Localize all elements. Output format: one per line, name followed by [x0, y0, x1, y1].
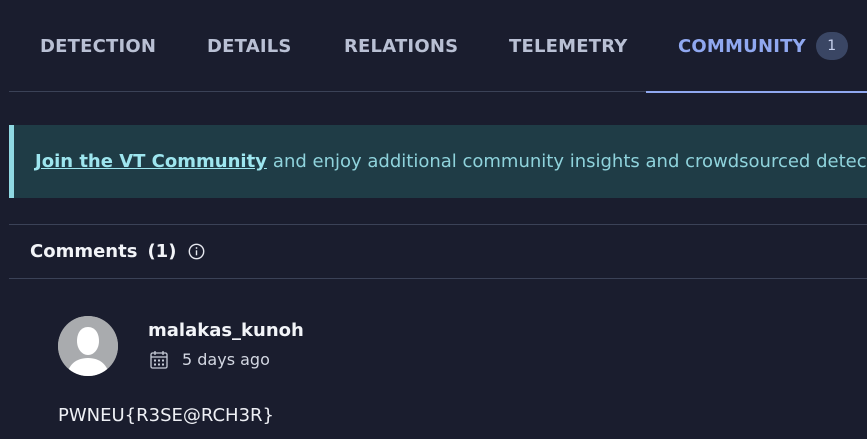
tab-telemetry-label: TELEMETRY [509, 35, 628, 57]
tab-relations-label: RELATIONS [344, 35, 459, 57]
tab-bar: DETECTION DETAILS RELATIONS TELEMETRY CO… [9, 0, 867, 93]
community-banner: Join the VT Community and enjoy addition… [9, 125, 867, 198]
tab-community[interactable]: COMMUNITY 1 [646, 0, 867, 93]
comment-date-text: 5 days ago [182, 350, 270, 369]
comments-title: Comments [30, 241, 138, 262]
tab-telemetry[interactable]: TELEMETRY [509, 0, 628, 92]
tab-details[interactable]: DETAILS [207, 0, 292, 92]
user-avatar-icon[interactable] [58, 316, 118, 376]
comment-username[interactable]: malakas_kunoh [148, 320, 304, 341]
comment-body: PWNEU{R3SE@RCH3R} [58, 405, 274, 426]
join-community-link[interactable]: Join the VT Community [35, 151, 267, 172]
tab-details-label: DETAILS [207, 35, 292, 57]
comment-date: 5 days ago [150, 350, 270, 369]
calendar-icon [150, 350, 168, 369]
tab-relations[interactable]: RELATIONS [344, 0, 458, 92]
banner-text: and enjoy additional community insights … [272, 151, 867, 172]
community-count-badge: 1 [815, 32, 848, 60]
page: DETECTION DETAILS RELATIONS TELEMETRY CO… [0, 0, 867, 439]
tab-detection-label: DETECTION [40, 35, 157, 57]
comments-header: Comments (1) [9, 224, 867, 279]
tab-detection[interactable]: DETECTION [40, 0, 156, 92]
tab-community-label: COMMUNITY [678, 35, 806, 57]
info-icon[interactable] [188, 243, 205, 260]
comments-count: (1) [147, 241, 177, 262]
